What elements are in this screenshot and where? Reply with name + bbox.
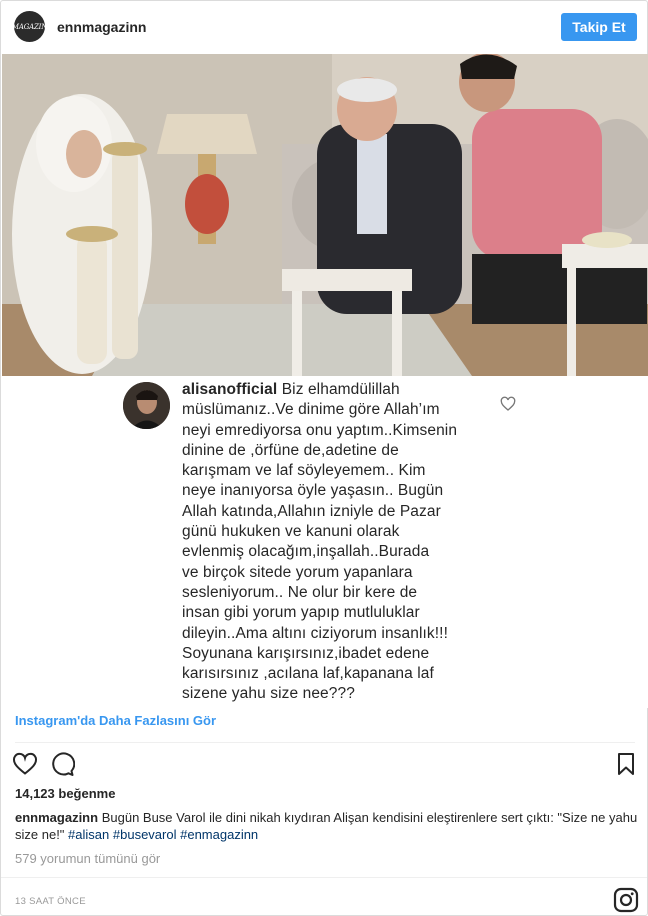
post-photo[interactable] xyxy=(2,54,648,376)
like-heart-icon[interactable] xyxy=(12,751,38,777)
comment-line: sesleniyorum.. Ne olur bir kere de xyxy=(182,583,418,601)
comment-line-text: Biz elhamdülillah xyxy=(281,381,400,398)
comment-line: dileyin..Ama altını ciziyorum insanlık!!… xyxy=(182,624,448,642)
comment-line: neyi emrediyorsa onu yaptım..Kimsenin xyxy=(182,421,458,439)
comment-heart-icon xyxy=(500,396,516,411)
like-count[interactable]: 14,123 beğenme xyxy=(15,786,115,801)
comment-line: müslümanız..Ve dinime göre Allah’ım xyxy=(182,401,440,419)
hashtag[interactable]: #alisan xyxy=(68,827,109,842)
comment-bubble-icon[interactable] xyxy=(49,751,75,777)
post-caption: ennmagazinn Bugün Buse Varol ile dini ni… xyxy=(15,809,639,843)
comment-line: Soyunana karışırsınız,ibadet edene xyxy=(182,644,430,662)
caption-username[interactable]: ennmagazinn xyxy=(15,810,98,825)
more-on-instagram-link[interactable]: Instagram'da Daha Fazlasını Gör xyxy=(15,713,216,728)
comment-line: alisanofficial Biz elhamdülillah xyxy=(182,380,482,400)
avatar-logo-text: MAGAZIN xyxy=(14,22,45,31)
post-username[interactable]: ennmagazinn xyxy=(57,19,146,35)
comment-line: insan gibi yorum yapıp mutluluklar xyxy=(182,604,420,622)
comment-line: Allah katında,Allahın izniyle de Pazar xyxy=(182,502,441,520)
view-all-comments-link[interactable]: 579 yorumun tümünü gör xyxy=(15,851,160,866)
follow-button[interactable]: Takip Et xyxy=(561,13,637,41)
comment-line: günü hukuken ve kanuni olarak xyxy=(182,523,400,541)
hashtag[interactable]: #busevarol xyxy=(113,827,177,842)
post-card: MAGAZIN ennmagazinn Takip Et xyxy=(0,0,648,916)
divider xyxy=(1,877,647,878)
post-header: MAGAZIN ennmagazinn Takip Et xyxy=(1,1,647,53)
comment-avatar-image xyxy=(123,382,170,429)
comment-text: alisanofficial Biz elhamdülillah müslüma… xyxy=(182,380,482,705)
comment-username: alisanofficial xyxy=(182,381,278,398)
comment-line: evlenmiş olacağım,inşallah..Burada xyxy=(182,543,430,561)
instagram-logo-icon[interactable] xyxy=(613,887,639,913)
comment-screenshot: alisanofficial Biz elhamdülillah müslüma… xyxy=(2,376,648,708)
comment-line: sizene yahu size nee??? xyxy=(182,685,355,703)
profile-avatar[interactable]: MAGAZIN xyxy=(14,11,45,42)
comment-line: ve birçok sitede yorum yapanlara xyxy=(182,563,413,581)
caption-text: Bugün Buse Varol ile dini nikah kıydıran… xyxy=(15,810,638,842)
comment-line: dinine de ,örfüne de,adetine de xyxy=(182,441,399,459)
comment-line: neye inanıyorsa öyle yaşasın.. Bugün xyxy=(182,482,444,500)
comment-avatar xyxy=(123,382,170,429)
comment-line: karısırsınız ,acılana laf,kapanana laf xyxy=(182,665,434,683)
divider xyxy=(15,742,635,743)
comment-line: karışmam ve laf söyleyemem.. Kim xyxy=(182,462,426,480)
hashtag[interactable]: #enmagazinn xyxy=(180,827,258,842)
photo-image xyxy=(2,54,648,376)
bookmark-icon[interactable] xyxy=(613,751,639,777)
post-timestamp[interactable]: 13 SAAT ÖNCE xyxy=(15,896,86,907)
